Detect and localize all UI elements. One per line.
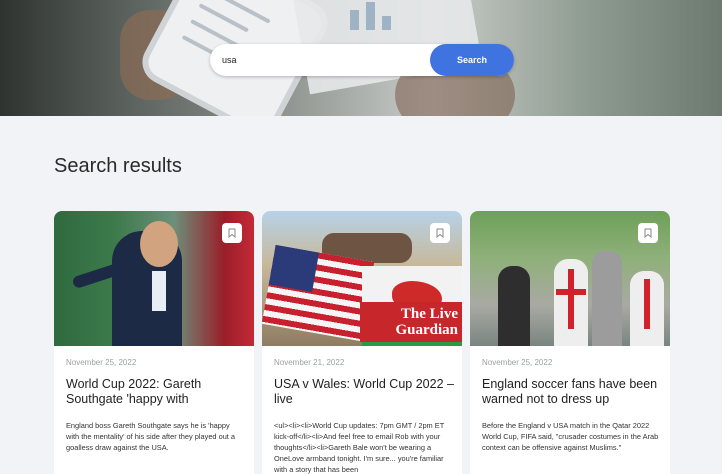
search-input[interactable]: [222, 52, 422, 68]
result-card[interactable]: November 25, 2022 World Cup 2022: Gareth…: [54, 211, 254, 474]
card-image: The Live Guardian: [262, 211, 462, 346]
bookmark-icon: [644, 228, 652, 238]
results-heading: Search results: [54, 155, 182, 177]
results-list: November 25, 2022 World Cup 2022: Gareth…: [54, 211, 670, 474]
card-date: November 25, 2022: [482, 358, 553, 367]
search-bar: Search: [210, 44, 514, 76]
card-title[interactable]: USA v Wales: World Cup 2022 – live: [274, 377, 454, 407]
bookmark-icon: [228, 228, 236, 238]
bookmark-button[interactable]: [638, 223, 658, 243]
card-image: [470, 211, 670, 346]
card-date: November 25, 2022: [66, 358, 137, 367]
card-date: November 21, 2022: [274, 358, 345, 367]
card-title[interactable]: World Cup 2022: Gareth Southgate 'happy …: [66, 377, 246, 407]
result-card[interactable]: November 25, 2022 England soccer fans ha…: [470, 211, 670, 474]
bookmark-button[interactable]: [430, 223, 450, 243]
card-excerpt: Before the England v USA match in the Qa…: [482, 421, 659, 452]
card-excerpt: England boss Gareth Southgate says he is…: [66, 421, 236, 452]
guardian-live-logo: The Live Guardian: [360, 302, 462, 342]
card-title[interactable]: England soccer fans have been warned not…: [482, 377, 662, 407]
result-card[interactable]: The Live Guardian November 21, 2022 USA …: [262, 211, 462, 474]
bookmark-button[interactable]: [222, 223, 242, 243]
search-button[interactable]: Search: [430, 44, 514, 76]
card-excerpt: <ul><li><li>World Cup updates: 7pm GMT /…: [274, 421, 445, 474]
card-image: [54, 211, 254, 346]
bookmark-icon: [436, 228, 444, 238]
hero-banner: Search: [0, 0, 722, 116]
